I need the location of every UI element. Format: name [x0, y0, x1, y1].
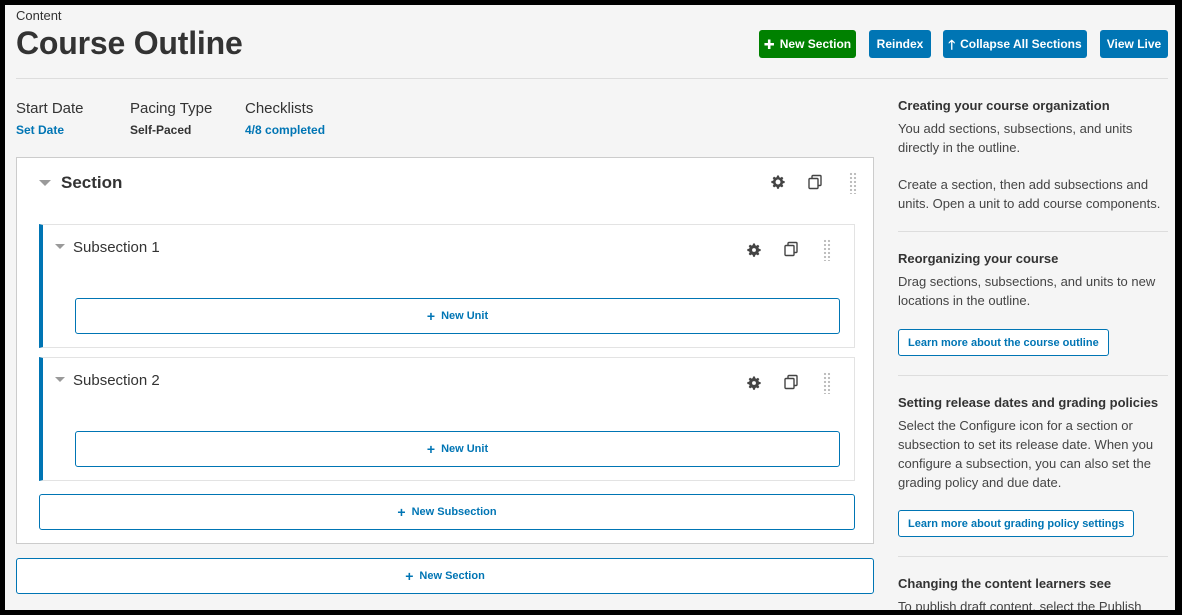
caret-down-icon[interactable] — [55, 377, 65, 382]
new-section-label: New Section — [419, 570, 485, 582]
sidebar-divider — [898, 556, 1168, 557]
plus-icon: ✚ — [763, 36, 775, 52]
sidebar-heading: Setting release dates and grading polici… — [898, 395, 1159, 410]
subsection-card: Subsection 2 + New Unit — [39, 357, 855, 481]
caret-down-icon[interactable] — [39, 180, 51, 186]
reindex-button[interactable]: Reindex — [869, 30, 931, 58]
sidebar-text: You add sections, subsections, and units… — [898, 121, 1133, 155]
learn-more-outline-button[interactable]: Learn more about the course outline — [898, 329, 1109, 356]
new-unit-label: New Unit — [441, 443, 489, 455]
drag-handle-icon[interactable] — [849, 172, 857, 194]
learn-more-grading-button[interactable]: Learn more about grading policy settings — [898, 510, 1135, 537]
checklists-label: Checklists — [245, 100, 314, 117]
gear-icon[interactable] — [745, 374, 763, 392]
sidebar-heading: Changing the content learners see — [898, 576, 1112, 591]
caret-down-icon[interactable] — [55, 244, 65, 249]
new-unit-button[interactable]: + New Unit — [75, 298, 840, 334]
new-subsection-button[interactable]: + New Subsection — [39, 494, 855, 530]
collapse-all-button[interactable]: 🡑 Collapse All Sections — [943, 30, 1087, 58]
sidebar-divider — [898, 375, 1168, 376]
new-section-header-button[interactable]: ✚ New Section — [759, 30, 856, 58]
plus-icon: + — [426, 441, 436, 457]
plus-icon: + — [405, 568, 414, 584]
subsection-title[interactable]: Subsection 2 — [73, 372, 160, 389]
sidebar-heading: Creating your course organization — [898, 98, 1110, 113]
duplicate-icon[interactable] — [806, 173, 824, 191]
pacing-type-label: Pacing Type — [130, 100, 213, 117]
section-card: Section Subsection 1 + New Unit Subsecti… — [16, 157, 874, 544]
new-subsection-label: New Subsection — [411, 506, 497, 518]
start-date-label: Start Date — [16, 100, 84, 117]
checklists-link[interactable]: 4/8 completed — [245, 123, 325, 137]
new-unit-label: New Unit — [441, 310, 489, 322]
section-title[interactable]: Section — [61, 173, 122, 193]
course-outline-page: Content Course Outline ✚ New Section Rei… — [5, 5, 1175, 610]
sidebar-divider — [898, 231, 1168, 232]
subsection-title[interactable]: Subsection 1 — [73, 239, 160, 256]
plus-icon: + — [397, 504, 406, 520]
sidebar-text: Drag sections, subsections, and units to… — [898, 274, 1156, 308]
new-unit-button[interactable]: + New Unit — [75, 431, 840, 467]
plus-icon: + — [426, 308, 436, 324]
sidebar-text: Select the Configure icon for a section … — [898, 418, 1154, 490]
new-section-header-label: New Section — [779, 37, 852, 51]
collapse-all-label: Collapse All Sections — [960, 37, 1082, 51]
duplicate-icon[interactable] — [782, 373, 800, 391]
arrow-up-icon: 🡑 — [948, 36, 956, 52]
view-live-button[interactable]: View Live — [1100, 30, 1168, 58]
page-title: Course Outline — [16, 25, 243, 61]
set-date-link[interactable]: Set Date — [16, 123, 64, 137]
subsection-card: Subsection 1 + New Unit — [39, 224, 855, 348]
drag-handle-icon[interactable] — [823, 372, 831, 394]
duplicate-icon[interactable] — [782, 240, 800, 258]
sidebar-text: Create a section, then add subsections a… — [898, 177, 1161, 211]
gear-icon[interactable] — [745, 241, 763, 259]
breadcrumb[interactable]: Content — [16, 8, 62, 23]
reindex-label: Reindex — [876, 37, 924, 51]
new-section-button[interactable]: + New Section — [16, 558, 874, 594]
sidebar-text: To publish draft content, select the Pub… — [898, 599, 1142, 610]
drag-handle-icon[interactable] — [823, 239, 831, 261]
sidebar-heading: Reorganizing your course — [898, 251, 1059, 266]
view-live-label: View Live — [1106, 37, 1162, 51]
gear-icon[interactable] — [769, 173, 787, 191]
header-divider — [16, 78, 1168, 79]
pacing-type-value: Self-Paced — [130, 123, 192, 137]
